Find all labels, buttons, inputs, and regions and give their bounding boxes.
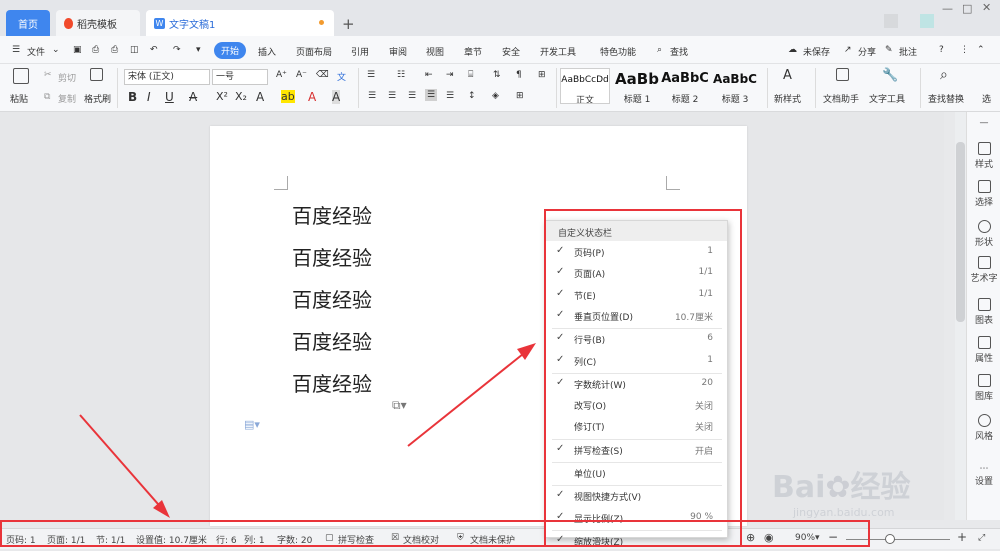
watermark-url: jingyan.baidu.com xyxy=(793,506,895,519)
baidu-watermark: Bai✿经验 xyxy=(772,462,911,506)
watermark-brand: Bai xyxy=(772,470,826,505)
paw-icon: ✿ xyxy=(825,470,851,505)
watermark-brand-cn: 经验 xyxy=(850,470,911,505)
